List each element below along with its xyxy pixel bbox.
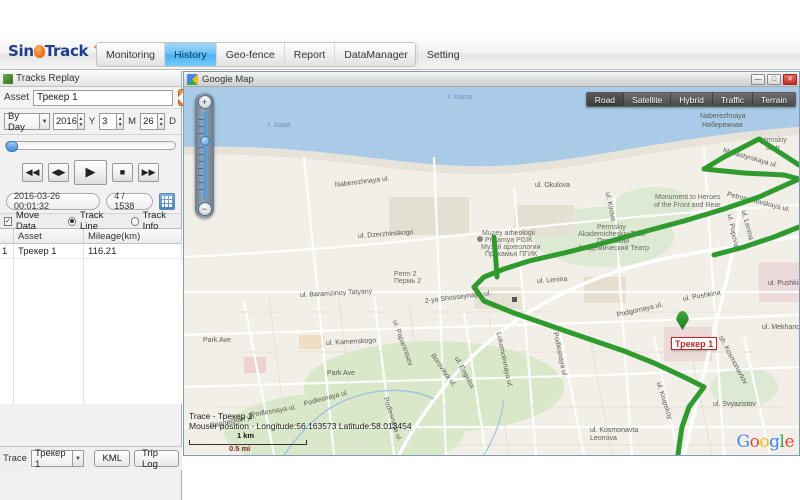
column-header-asset: Asset [14, 229, 84, 243]
map-type-bar: Road Satellite Hybrid Traffic Terrain [585, 92, 796, 107]
trip-log-button[interactable]: Trip Log [134, 448, 179, 470]
map-type-hybrid[interactable]: Hybrid [671, 93, 713, 106]
zoom-slider-track[interactable] [198, 112, 210, 199]
google-attribution: Google [736, 432, 795, 452]
nav-item-report[interactable]: Report [285, 43, 336, 66]
trace-select-arrow[interactable]: ▼ [72, 450, 85, 467]
track-info-radio[interactable] [130, 216, 139, 226]
trace-status-line: Trace - Трекер 1 [189, 411, 253, 421]
map-canvas[interactable]: r. Kama r. Кама Naberezhnaya ul. Набережная… [184, 87, 799, 455]
day-stepper[interactable]: ▲ ▼ [158, 113, 166, 130]
window-controls: — □ ✕ [751, 73, 799, 85]
map-window-titlebar[interactable]: Google Map — □ ✕ [184, 72, 799, 87]
sidebar-bottom-toolbar: Trace Трекер 1 ▼ KML Trip Log [0, 446, 182, 470]
sinotrack-logo: SinTrack✦ [8, 41, 101, 66]
asset-row: Asset Clear [0, 87, 214, 109]
map-type-satellite[interactable]: Satellite [624, 93, 672, 106]
gps-track-polyline [471, 136, 799, 455]
vehicle-marker-label: Трекер 1 [671, 337, 718, 350]
slider-track[interactable] [5, 140, 176, 152]
asset-input[interactable] [33, 89, 174, 106]
google-map-icon [187, 73, 198, 85]
trace-label: Trace [3, 453, 27, 464]
rewind-button[interactable]: ◀◀ [22, 162, 43, 182]
application-root: SinTrack✦ Monitoring History Geo-fence R… [0, 0, 800, 500]
asset-label: Asset [4, 92, 30, 103]
month-unit-label: M [128, 116, 137, 127]
kml-button[interactable]: KML [94, 450, 131, 467]
step-button[interactable]: ◀▶ [48, 162, 69, 182]
logo-text-post: Track [44, 42, 89, 60]
grid-view-button[interactable] [158, 192, 175, 210]
frame-counter: 4 / 1538 [106, 191, 153, 211]
map-scale-bar: 1 km 0.5 mi [189, 431, 307, 453]
forward-button[interactable]: ▶▶ [138, 162, 159, 182]
month-input[interactable]: 3 [99, 113, 118, 130]
play-button[interactable]: ▶ [74, 159, 107, 185]
map-window: Google Map — □ ✕ r. Kama r. Кама Naberez… [183, 71, 800, 456]
nav-item-datamanager[interactable]: DataManager [335, 43, 418, 66]
map-status-overlay: Trace - Трекер 1 Mouser position - Longi… [189, 411, 412, 453]
logo-dot-icon [33, 45, 45, 58]
display-options-row: ✓ Move Data Track Line Track Info [0, 210, 181, 232]
track-line-radio[interactable] [68, 216, 77, 226]
stop-button[interactable]: ■ [112, 162, 133, 182]
month-stepper[interactable]: ▲ ▼ [117, 113, 125, 130]
playback-progress-slider[interactable] [0, 135, 181, 155]
app-header: SinTrack✦ Monitoring History Geo-fence R… [0, 38, 800, 107]
table-header-row: Asset Mileage(km) [0, 229, 182, 244]
nav-item-geofence[interactable]: Geo-fence [217, 43, 285, 66]
year-stepper[interactable]: ▲ ▼ [77, 113, 85, 130]
day-unit-label: D [169, 116, 176, 127]
sidebar-panel-title: Tracks Replay [0, 71, 181, 87]
zoom-out-button[interactable]: − [197, 202, 212, 216]
map-type-terrain[interactable]: Terrain [753, 93, 795, 106]
day-input[interactable]: 26 [140, 113, 159, 130]
column-header-mileage: Mileage(km) [84, 229, 182, 243]
trace-select[interactable]: Трекер 1 [30, 448, 73, 470]
scale-mi-label: 0.5 mi [229, 444, 251, 453]
map-type-traffic[interactable]: Traffic [712, 93, 754, 106]
tracks-table: Asset Mileage(km) 1 Трекер 1 116.21 [0, 229, 182, 404]
mouse-position-line: Mouser position - Longitude:56.163573 La… [189, 421, 412, 431]
close-button[interactable]: ✕ [783, 73, 797, 85]
zoom-slider-knob[interactable] [199, 136, 210, 147]
playback-controls: ◀◀ ◀▶ ▶ ■ ▶▶ [0, 155, 181, 189]
map-type-road[interactable]: Road [586, 93, 625, 106]
cell-mileage: 116.21 [84, 244, 182, 258]
zoom-in-button[interactable]: + [197, 95, 212, 109]
tracks-replay-sidebar: Tracks Replay Asset Clear By Day ▼ 2016 … [0, 71, 214, 500]
cell-index: 1 [0, 244, 14, 258]
nav-item-history[interactable]: History [165, 43, 217, 66]
map-zoom-control: + − [195, 93, 214, 218]
cell-asset: Трекер 1 [14, 244, 84, 258]
table-row[interactable]: 1 Трекер 1 116.21 [0, 244, 182, 259]
slider-knob[interactable] [6, 140, 18, 152]
year-unit-label: Y [88, 116, 96, 127]
scale-km-label: 1 km [237, 431, 255, 440]
nav-item-setting[interactable]: Setting [418, 43, 469, 66]
period-mode-arrow[interactable]: ▼ [40, 113, 50, 130]
timestamp-display: 2016-03-26 00:01:32 [6, 191, 101, 211]
year-input[interactable]: 2016 [52, 113, 78, 130]
minimize-button[interactable]: — [751, 73, 765, 85]
table-empty-area [0, 259, 182, 404]
maximize-button[interactable]: □ [767, 73, 781, 85]
panel-title-label: Tracks Replay [16, 73, 80, 84]
tracks-replay-icon [3, 73, 13, 84]
column-header-index [0, 229, 14, 243]
nav-item-monitoring[interactable]: Monitoring [97, 43, 166, 66]
period-mode-select[interactable]: By Day [4, 111, 41, 133]
main-navigation: Monitoring History Geo-fence Report Data… [96, 42, 460, 67]
move-data-checkbox[interactable]: ✓ [4, 216, 12, 226]
date-selection-row: By Day ▼ 2016 ▲ ▼ Y 3 ▲ ▼ M 26 ▲ ▼ D [0, 109, 181, 135]
logo-text-pre: Sin [8, 42, 34, 60]
map-window-title: Google Map [202, 73, 254, 85]
